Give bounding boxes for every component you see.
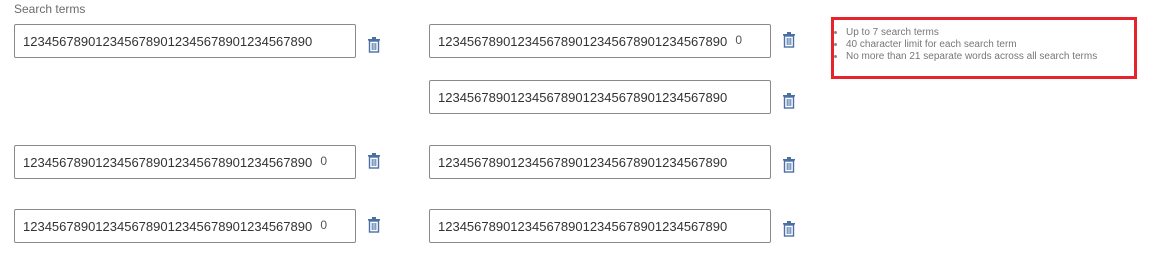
- search-term-input-2[interactable]: 1234567890123456789012345678901234567890…: [429, 24, 771, 58]
- char-count: 0: [320, 154, 327, 168]
- trash-icon[interactable]: [367, 37, 381, 53]
- search-term-value: 1234567890123456789012345678901234567890: [438, 34, 728, 49]
- guidelines-list: Up to 7 search terms 40 character limit …: [833, 27, 1098, 63]
- trash-icon[interactable]: [367, 153, 381, 169]
- search-term-input-5[interactable]: 1234567890123456789012345678901234567890: [429, 145, 771, 179]
- search-term-input-6[interactable]: 1234567890123456789012345678901234567890…: [14, 209, 356, 243]
- search-term-input-3[interactable]: 1234567890123456789012345678901234567890: [429, 80, 771, 114]
- trash-icon[interactable]: [367, 217, 381, 233]
- trash-icon[interactable]: [782, 221, 796, 237]
- search-term-input-7[interactable]: 1234567890123456789012345678901234567890: [429, 209, 771, 243]
- char-count: 0: [735, 33, 742, 47]
- search-term-value: 1234567890123456789012345678901234567890: [23, 155, 313, 170]
- search-term-value: 1234567890123456789012345678901234567890: [438, 219, 728, 234]
- search-term-input-1[interactable]: 1234567890123456789012345678901234567890: [14, 24, 356, 58]
- search-term-input-4[interactable]: 1234567890123456789012345678901234567890…: [14, 145, 356, 179]
- search-terms-label: Search terms: [14, 2, 86, 16]
- search-terms-guidelines: Up to 7 search terms 40 character limit …: [831, 17, 1137, 79]
- guideline-item: No more than 21 separate words across al…: [833, 51, 1098, 62]
- trash-icon[interactable]: [782, 32, 796, 48]
- search-term-value: 1234567890123456789012345678901234567890: [438, 90, 728, 105]
- search-term-value: 1234567890123456789012345678901234567890: [438, 155, 728, 170]
- guideline-item: 40 character limit for each search term: [833, 39, 1097, 51]
- search-term-value: 1234567890123456789012345678901234567890: [23, 219, 313, 234]
- trash-icon[interactable]: [782, 157, 796, 173]
- search-terms-editor: Search terms 123456789012345678901234567…: [0, 0, 1171, 257]
- search-term-value: 1234567890123456789012345678901234567890: [23, 34, 313, 49]
- char-count: 0: [320, 218, 327, 232]
- guideline-item: Up to 7 search terms: [833, 27, 1097, 39]
- trash-icon[interactable]: [782, 93, 796, 109]
